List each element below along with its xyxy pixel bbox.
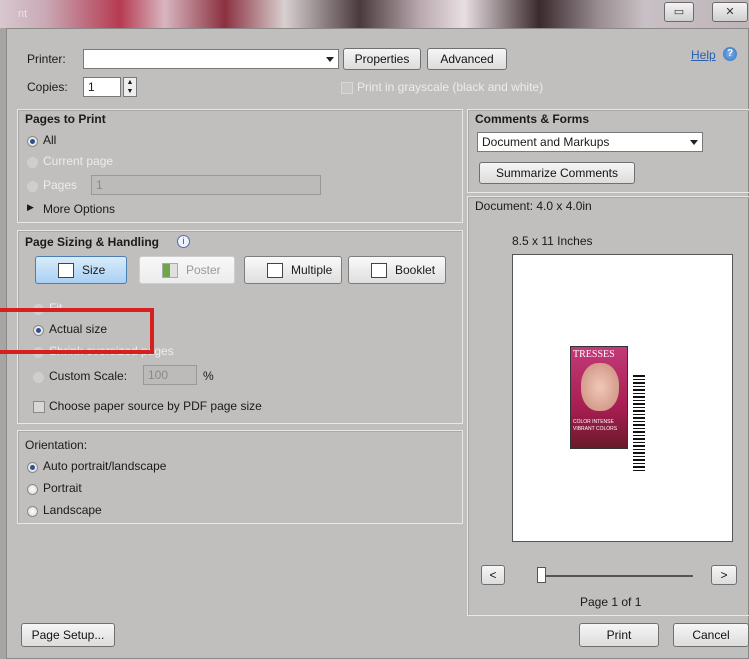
pages-range-label: Pages [43,178,78,192]
document-size-label: Document: 4.0 x 4.0in [475,199,592,213]
page-setup-button[interactable]: Page Setup... [21,623,115,647]
size-icon [58,263,74,278]
landscape-label: Landscape [43,503,102,517]
custom-scale-radio[interactable] [33,372,44,383]
restore-button[interactable]: ▭ [664,2,694,22]
prev-page-button[interactable]: < [481,565,505,585]
pages-to-print-title: Pages to Print [25,112,106,126]
summarize-comments-button[interactable]: Summarize Comments [479,162,635,184]
current-page-label: Current page [43,154,114,168]
custom-scale-label: Custom Scale: [49,369,128,383]
multiple-button[interactable]: Multiple [244,256,342,284]
help-icon[interactable]: ? [723,47,737,61]
landscape-radio[interactable] [27,506,38,517]
portrait-radio[interactable] [27,484,38,495]
booklet-button[interactable]: Booklet [348,256,446,284]
paper-source-label: Choose paper source by PDF page size [49,399,262,413]
close-button[interactable]: ✕ [712,2,748,22]
comments-forms-select[interactable]: Document and Markups [477,132,703,152]
poster-button[interactable]: Poster [139,256,235,284]
magazine-title: TRESSES [573,349,615,360]
chevron-down-icon [690,140,698,145]
pages-range-radio[interactable] [27,181,38,192]
highlight-annotation [0,308,154,354]
percent-label: % [203,369,214,383]
paper-source-checkbox[interactable] [33,401,45,413]
chevron-down-icon [326,57,334,62]
triangle-right-icon[interactable]: ▶ [27,202,34,213]
orientation-title: Orientation: [25,438,88,452]
copies-label: Copies: [27,80,68,94]
magazine-cover-image: TRESSES COLOR INTENSE VIBRANT COLORS [570,346,628,449]
info-icon[interactable]: i [177,235,190,248]
help-link[interactable]: Help [691,48,716,62]
current-page-radio[interactable] [27,157,38,168]
next-page-button[interactable]: > [711,565,737,585]
window-titlebar: nt ▭ ✕ [0,0,749,28]
magazine-caption-2: VIBRANT COLORS [573,426,618,432]
page-sizing-title: Page Sizing & Handling [25,235,160,249]
portrait-label: Portrait [43,481,82,495]
print-button[interactable]: Print [579,623,659,647]
portrait-face [581,363,619,411]
cancel-button[interactable]: Cancel [673,623,749,647]
pages-range-input[interactable]: 1 [91,175,321,195]
poster-icon [162,263,178,278]
advanced-button[interactable]: Advanced [427,48,507,70]
size-button[interactable]: Size [35,256,127,284]
auto-orientation-label: Auto portrait/landscape [43,459,167,473]
grayscale-label: Print in grayscale (black and white) [357,80,544,94]
preview-page: TRESSES COLOR INTENSE VIBRANT COLORS [512,254,733,542]
page-status: Page 1 of 1 [580,595,642,609]
copies-input[interactable]: 1 [83,77,121,97]
all-pages-radio[interactable] [27,136,38,147]
copies-stepper[interactable]: ▲ ▼ [123,77,137,97]
printer-select[interactable] [83,49,339,69]
custom-scale-input[interactable]: 100 [143,365,197,385]
magazine-caption-1: COLOR INTENSE [573,419,614,425]
grayscale-checkbox[interactable] [341,82,353,94]
booklet-icon [371,263,387,278]
page-slider-thumb[interactable] [537,567,546,583]
comments-forms-title: Comments & Forms [475,112,590,126]
properties-button[interactable]: Properties [343,48,421,70]
page-slider-track[interactable] [543,575,693,577]
more-options-toggle[interactable]: More Options [43,202,115,216]
auto-orientation-radio[interactable] [27,462,38,473]
multiple-pages-icon [267,263,283,278]
barcode-image [633,375,645,471]
printer-label: Printer: [27,52,66,66]
window-title: nt [18,8,28,20]
paper-size-label: 8.5 x 11 Inches [512,234,593,248]
all-pages-label: All [43,133,57,147]
